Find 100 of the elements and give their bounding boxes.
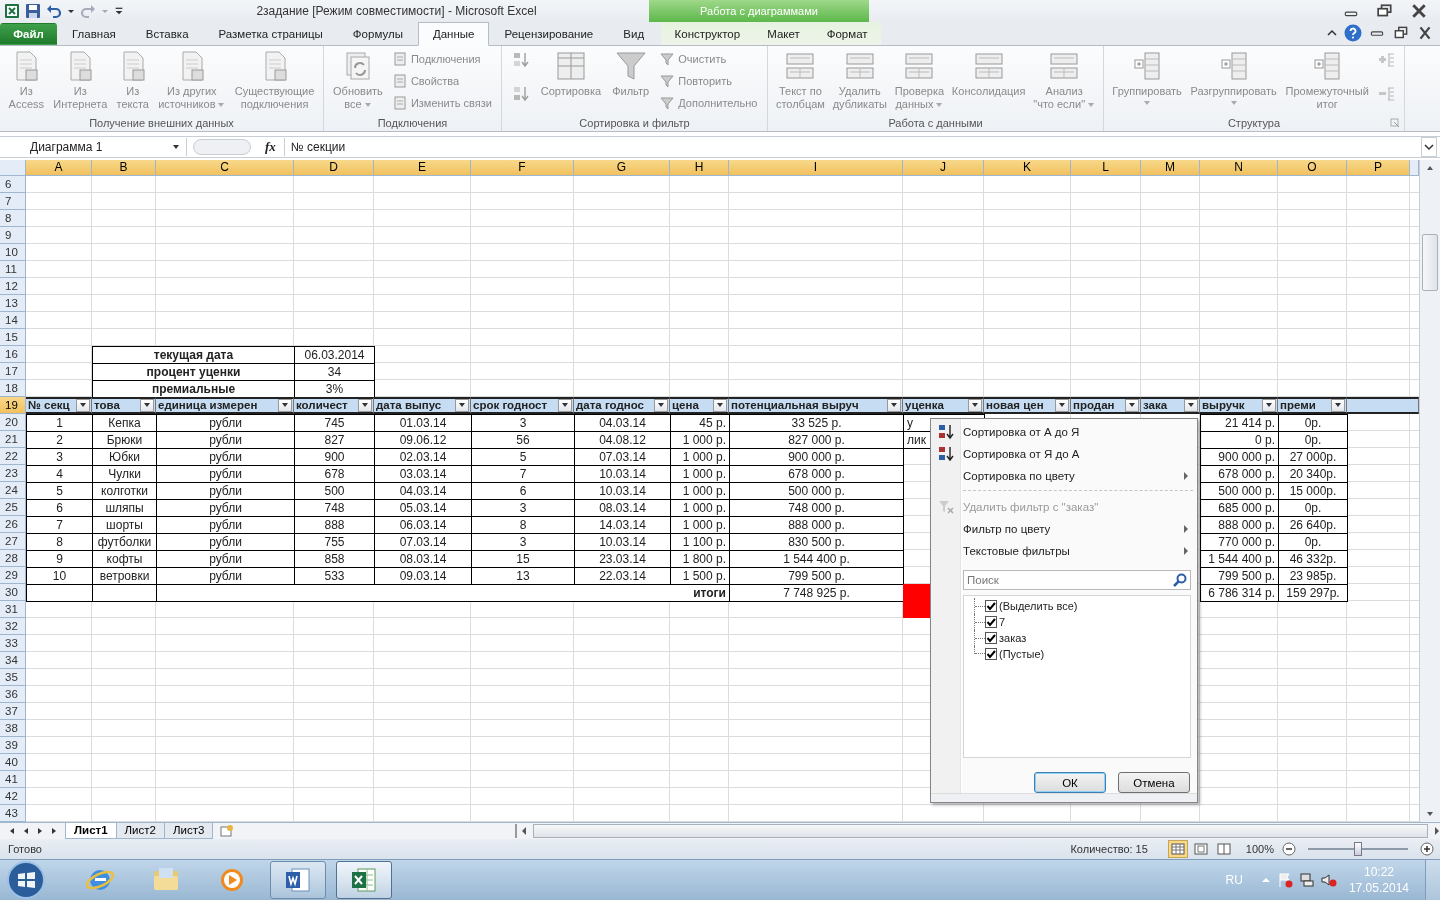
insert-function-button[interactable]: fx [257, 138, 284, 155]
ribbon-tab[interactable]: Вставка [130, 22, 204, 45]
zoom-level[interactable]: 100% [1245, 842, 1274, 855]
formula-field[interactable]: № секции [283, 137, 1421, 156]
taskbar-button[interactable] [270, 861, 326, 899]
column-header[interactable]: C [156, 159, 294, 176]
column-header[interactable]: N [1200, 159, 1278, 176]
sort-descending-icon [511, 84, 530, 103]
column-title: това [94, 399, 120, 412]
resize-grip[interactable] [931, 793, 1197, 802]
scroll-down-icon[interactable] [1426, 809, 1434, 818]
filter-dropdown-button[interactable] [278, 398, 292, 412]
restore-icon[interactable] [1392, 26, 1410, 41]
filter-dropdown-button[interactable] [968, 398, 982, 412]
menu-item[interactable]: Фильтр по цвету [931, 517, 1197, 540]
filter-dropdown-button[interactable] [76, 398, 90, 412]
help-icon[interactable] [1344, 24, 1362, 43]
caret-icon [1128, 402, 1136, 409]
column-header[interactable]: O [1278, 159, 1347, 176]
speaker-muted-icon[interactable] [1320, 872, 1337, 888]
column-header[interactable]: A [26, 159, 92, 176]
caret-icon [363, 101, 372, 108]
ribbon-tab[interactable]: Разметка страницы [203, 22, 338, 45]
filter-dropdown-button[interactable] [1262, 398, 1276, 412]
filter-dropdown-button[interactable] [1125, 398, 1139, 412]
ribbon-tab[interactable]: Рецензирование [489, 22, 609, 45]
sheet-tab[interactable]: Лист1 [65, 822, 117, 839]
cancel-button[interactable]: Отмена [1118, 772, 1190, 794]
caret-icon [971, 402, 979, 409]
sheet-tab[interactable]: Лист3 [163, 822, 214, 839]
taskbar-button[interactable] [336, 861, 392, 899]
spreadsheet-icon[interactable] [4, 2, 20, 19]
column-header[interactable]: J [903, 159, 984, 176]
checkbox[interactable] [985, 599, 997, 612]
column-header[interactable]: B [92, 159, 156, 176]
dialog-launcher-icon[interactable] [1390, 117, 1400, 128]
ribbon-tab[interactable]: Формулы [337, 22, 418, 45]
sheet-tab[interactable]: Лист2 [115, 822, 165, 839]
column-header[interactable]: E [374, 159, 471, 176]
column-header[interactable]: D [294, 159, 374, 176]
filter-dropdown-button[interactable] [140, 398, 154, 412]
column-header[interactable]: K [984, 159, 1071, 176]
menu-item[interactable]: Текстовые фильтры [931, 539, 1197, 562]
zoom-out-icon[interactable] [1282, 841, 1296, 856]
file-tab[interactable]: Файл [0, 22, 57, 45]
column-header[interactable]: G [574, 159, 670, 176]
contextual-tab-header: Работа с диаграммами [649, 0, 869, 22]
checkbox[interactable] [985, 631, 997, 644]
normal-view-button[interactable] [1167, 839, 1188, 858]
filter-dropdown-button[interactable] [1055, 398, 1069, 412]
value-label[interactable]: заказ [999, 631, 1027, 644]
save-icon[interactable] [25, 2, 41, 19]
sort-descending-icon [938, 445, 954, 462]
scroll-left-icon[interactable] [521, 826, 528, 835]
network-icon[interactable] [1298, 872, 1315, 888]
filter-dropdown-button[interactable] [1184, 398, 1198, 412]
column-header[interactable]: M [1141, 159, 1200, 176]
column-header[interactable]: H [670, 159, 729, 176]
ok-button[interactable]: ОК [1034, 772, 1106, 794]
ribbon-tab[interactable]: Главная [57, 22, 131, 45]
name-box[interactable]: Диаграмма 1 [0, 137, 187, 156]
caret-icon [361, 402, 369, 409]
value-label[interactable]: (Пустые) [999, 647, 1045, 660]
checkbox[interactable] [985, 647, 997, 660]
start-button[interactable] [6, 860, 46, 900]
filter-dropdown-button[interactable] [887, 398, 901, 412]
ribbon-tab[interactable]: Макет [756, 22, 811, 45]
filter-dropdown-button[interactable] [558, 398, 572, 412]
column-header[interactable]: L [1071, 159, 1141, 176]
customize-icon[interactable] [114, 5, 124, 16]
column-title: уценка [905, 399, 944, 412]
column-header[interactable]: F [471, 159, 574, 176]
expand-icon[interactable] [1421, 136, 1437, 157]
filter-dropdown-button[interactable] [1331, 398, 1345, 412]
filter-dropdown-button[interactable] [358, 398, 372, 412]
column-header[interactable]: P [1347, 159, 1410, 176]
value-label[interactable]: 7 [999, 615, 1006, 628]
search-field[interactable]: Поиск [963, 569, 1191, 590]
caret-icon [1058, 402, 1066, 409]
column-header[interactable]: I [729, 159, 903, 176]
filter-dropdown-button[interactable] [455, 398, 469, 412]
value-label[interactable]: (Выделить все) [999, 599, 1078, 612]
scroll-right-icon[interactable] [1434, 826, 1440, 835]
ribbon-tab[interactable]: Вид [608, 22, 660, 45]
filter-dropdown-button[interactable] [713, 398, 727, 412]
flag-icon[interactable] [1276, 872, 1293, 888]
zoom-in-icon[interactable] [1420, 841, 1434, 856]
document-icon [392, 73, 407, 88]
filter-dropdown-button[interactable] [654, 398, 668, 412]
checkbox[interactable] [985, 615, 997, 628]
column-title: дата выпус [376, 399, 442, 412]
column-title: единица измерен [158, 399, 258, 412]
menu-item[interactable]: Сортировка по цвету [931, 464, 1197, 487]
ribbon-tab[interactable]: Данные [417, 21, 490, 46]
formula-bar-handle[interactable] [193, 138, 251, 155]
scroll-thumb[interactable] [1422, 233, 1438, 291]
column-title: преми [1280, 399, 1316, 412]
vertical-scrollbar[interactable] [1419, 159, 1440, 822]
ribbon-tab[interactable]: Конструктор [663, 22, 752, 45]
ribbon-tab[interactable]: Формат [815, 22, 879, 45]
